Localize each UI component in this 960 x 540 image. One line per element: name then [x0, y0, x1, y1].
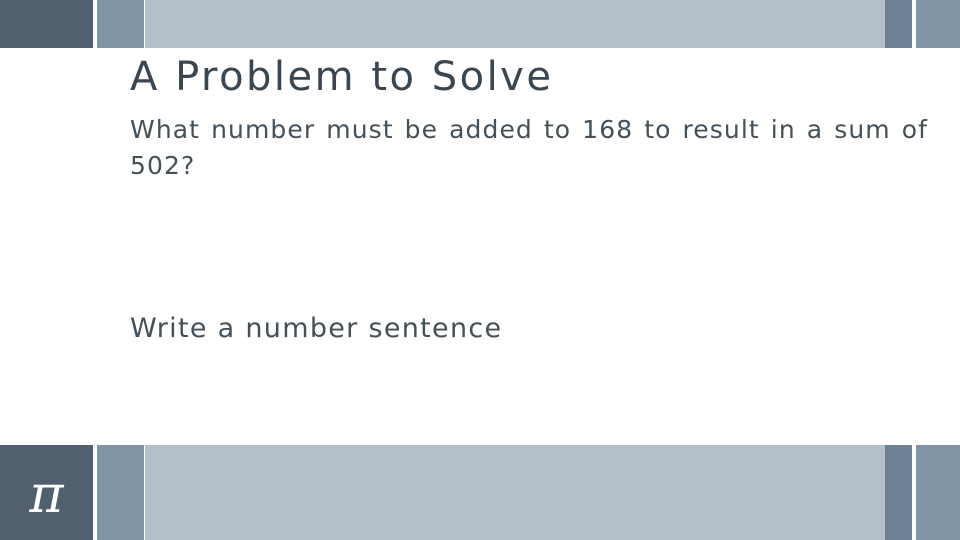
top-bar-segment-dark: [0, 0, 93, 48]
pi-symbol-icon: π: [29, 464, 64, 525]
problem-statement: What number must be added to 168 to resu…: [130, 115, 928, 180]
slide-title: A Problem to Solve: [130, 54, 554, 100]
top-bar-segment-light: [145, 0, 885, 48]
bottom-bar-segment-accent-right: [885, 445, 912, 540]
slide-content: A Problem to Solve What number must be a…: [130, 52, 930, 347]
bottom-bar-segment-medium-left: [97, 445, 144, 540]
top-decorative-bar: [0, 0, 960, 48]
top-bar-segment-accent-right: [885, 0, 912, 48]
slide-body-block: What number must be added to 168 to resu…: [130, 112, 928, 219]
bottom-bar-segment-light: [145, 445, 885, 540]
instruction-text: Write a number sentence: [130, 312, 503, 344]
bottom-decorative-bar: [0, 445, 960, 540]
pi-logo: π: [0, 445, 93, 540]
top-bar-segment-medium-left: [97, 0, 144, 48]
slide: A Problem to Solve What number must be a…: [0, 0, 960, 540]
bottom-bar-segment-medium-right: [916, 445, 960, 540]
top-bar-segment-medium-right: [916, 0, 960, 48]
